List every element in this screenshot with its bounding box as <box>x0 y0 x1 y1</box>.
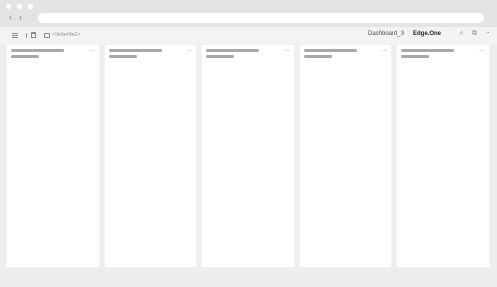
toolbar-separator <box>26 33 27 38</box>
column-menu-button[interactable]: ··· <box>381 48 387 54</box>
column-title-placeholder <box>11 49 64 52</box>
column-title-placeholder <box>206 49 260 52</box>
breadcrumb[interactable]: <\fe\ter\fe2> <box>52 32 80 38</box>
column-menu-button[interactable]: ··· <box>186 48 192 54</box>
column-title-placeholder <box>303 49 357 52</box>
column-title-placeholder <box>108 49 162 52</box>
board-column: ··· <box>201 44 295 268</box>
navigation-controls: ‹ › <box>9 13 22 22</box>
forward-button[interactable]: › <box>19 13 22 22</box>
search-icon[interactable]: ⌕ <box>458 30 465 37</box>
bell-icon[interactable]: ◔ <box>484 30 491 37</box>
column-subtitle-placeholder <box>401 55 430 58</box>
menu-icon[interactable] <box>12 33 18 38</box>
column-subtitle-placeholder <box>108 55 137 58</box>
board-column: ··· <box>6 44 100 268</box>
browser-chrome: ‹ › <box>0 0 497 27</box>
column-subtitle-placeholder <box>11 55 39 58</box>
app-toolbar: <\fe\ter\fe2> Dashboard_3 Edge.One ⌕ ⧉ ◔ <box>0 27 497 44</box>
window-controls <box>6 4 33 9</box>
column-menu-button[interactable]: ··· <box>479 48 485 54</box>
board-column: ··· <box>103 44 198 268</box>
board-column: ··· <box>396 44 490 268</box>
address-bar[interactable] <box>38 13 484 23</box>
column-menu-button[interactable]: ··· <box>284 48 290 54</box>
column-subtitle-placeholder <box>206 55 235 58</box>
column-title-placeholder <box>401 49 455 52</box>
folder-icon[interactable] <box>44 33 50 38</box>
maximize-window-button[interactable] <box>28 4 33 9</box>
minimize-window-button[interactable] <box>17 4 22 9</box>
workspace-title[interactable]: Edge.One <box>413 31 441 37</box>
column-menu-button[interactable]: ··· <box>89 48 95 54</box>
column-subtitle-placeholder <box>303 55 332 58</box>
trash-icon[interactable] <box>31 32 36 38</box>
back-button[interactable]: ‹ <box>9 13 12 22</box>
board-column: ··· <box>298 44 393 268</box>
users-icon[interactable]: ⧉ <box>471 30 478 37</box>
dashboard-title[interactable]: Dashboard_3 <box>368 31 404 37</box>
kanban-board: ··· ··· ··· ··· ··· <box>6 44 490 268</box>
close-window-button[interactable] <box>6 4 11 9</box>
